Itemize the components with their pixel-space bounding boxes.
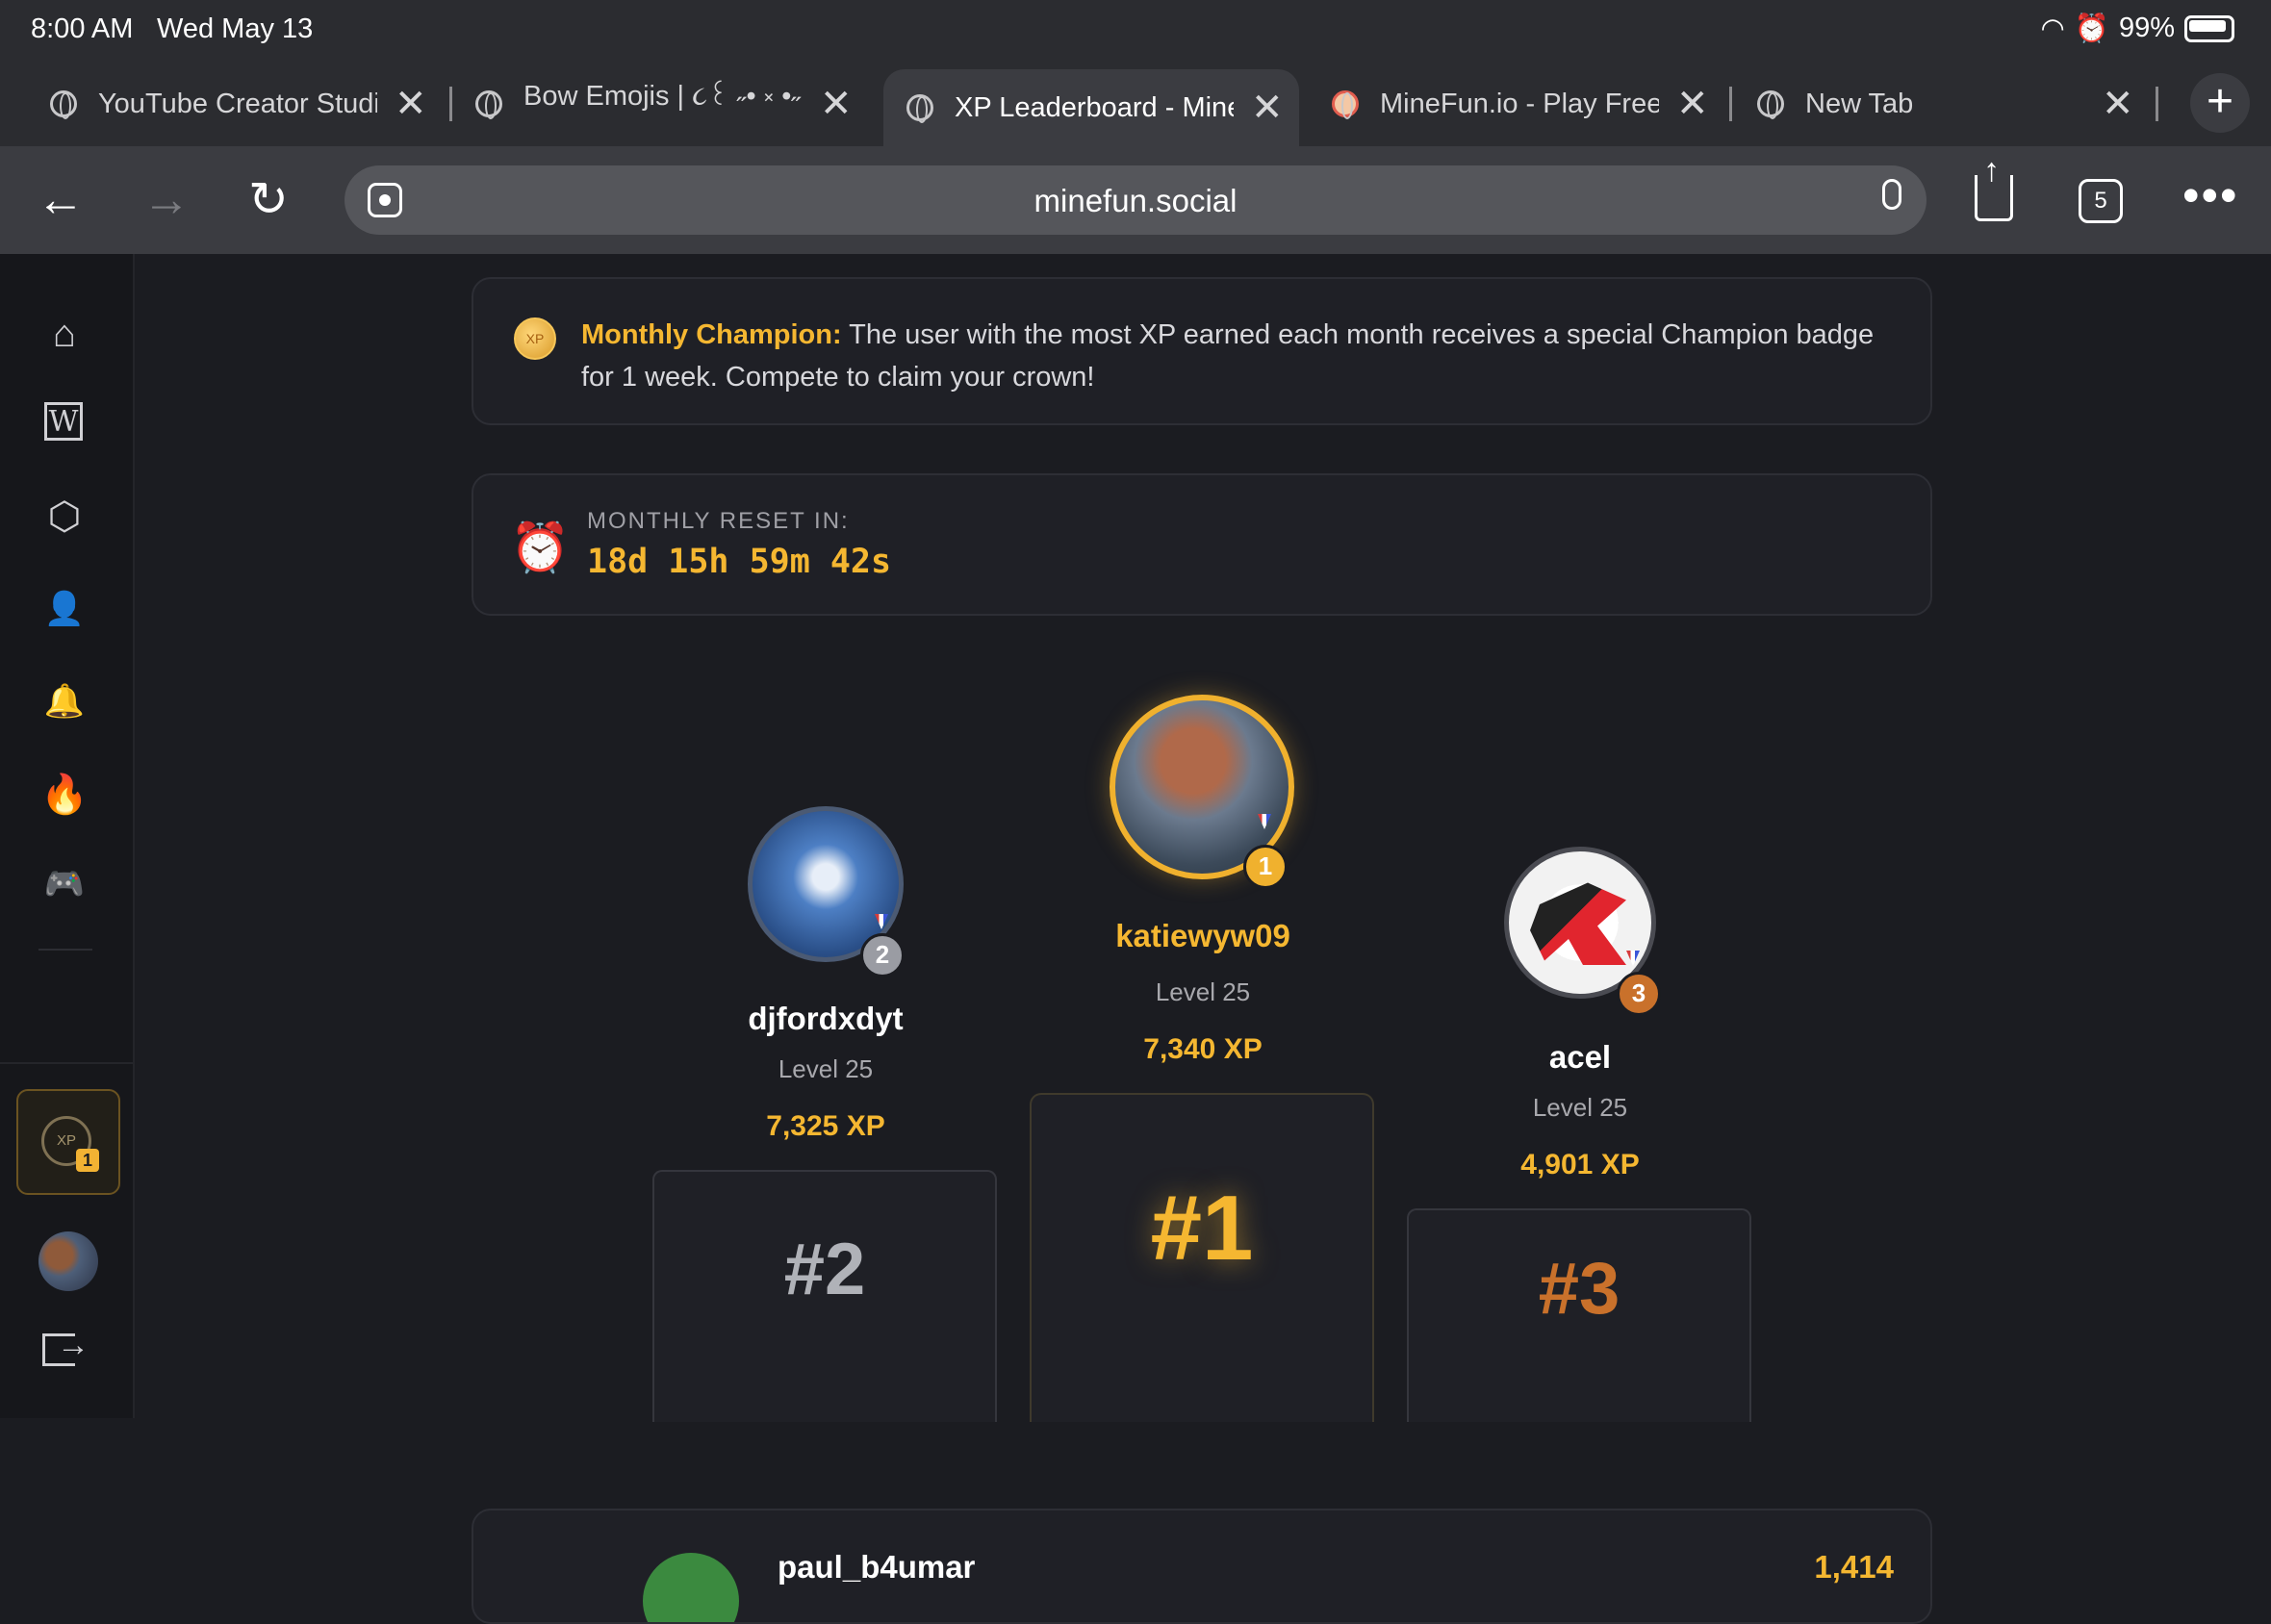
- close-icon[interactable]: ✕: [1251, 89, 1284, 127]
- cube-icon[interactable]: ⬡: [40, 493, 89, 541]
- tab-separator: [449, 87, 452, 121]
- battery-icon: [2184, 14, 2234, 42]
- reload-icon[interactable]: ↻: [248, 175, 289, 223]
- tab-title: Bow Emojis | ૮꒰ ˶• ༝ •˶꒱ა: [523, 81, 803, 112]
- xp-rank-badge: 1: [76, 1149, 99, 1172]
- pedestal-second: #2: [652, 1170, 997, 1422]
- tab-bow-emojis[interactable]: Bow Emojis | ૮꒰ ˶• ༝ •˶꒱ა ✕: [452, 69, 853, 139]
- tab-youtube-studio[interactable]: YouTube Creator Studio ✕: [27, 69, 427, 139]
- player-level: Level 25: [1155, 977, 1251, 1006]
- more-options-icon[interactable]: •••: [2182, 167, 2239, 223]
- wifi-icon: ◠: [2040, 13, 2065, 44]
- minefun-favicon-icon: [1332, 90, 1359, 119]
- wiki-icon[interactable]: W: [44, 402, 83, 441]
- xp-leaderboard-nav[interactable]: XP 1: [16, 1089, 120, 1195]
- alarm-clock-icon: ⏰: [510, 520, 571, 574]
- discord-icon[interactable]: 🎮: [40, 860, 89, 908]
- url-text: minefun.social: [1033, 183, 1238, 218]
- tab-title: New Tab: [1805, 88, 1914, 119]
- tab-separator: [2156, 87, 2158, 121]
- player-xp: 7,325 XP: [766, 1110, 885, 1142]
- champion-label: Monthly Champion:: [581, 319, 842, 350]
- globe-icon: [906, 94, 933, 123]
- rank-badge-gold: 1: [1243, 845, 1288, 889]
- player-xp: 7,340 XP: [1143, 1033, 1263, 1065]
- player-level: Level 25: [778, 1054, 874, 1083]
- player-xp: 1,414: [1814, 1549, 1894, 1585]
- add-user-icon[interactable]: 👤: [40, 585, 89, 633]
- player-name: paul_b4umar: [778, 1549, 976, 1585]
- globe-icon: [1757, 90, 1784, 119]
- bell-icon[interactable]: 🔔: [40, 677, 89, 725]
- monthly-reset-card: ⏰ MONTHLY RESET IN: 18d 15h 59m 42s: [472, 473, 1932, 616]
- close-icon[interactable]: ✕: [820, 85, 853, 123]
- player-name[interactable]: djfordxdyt: [652, 1001, 999, 1037]
- globe-icon: [50, 90, 77, 119]
- sidebar-divider: [0, 1062, 133, 1064]
- alarm-icon: ⏰: [2074, 13, 2109, 44]
- avatar: [643, 1553, 739, 1622]
- rank-label: #2: [783, 1229, 866, 1310]
- leaderboard-row[interactable]: paul_b4umar 1,414: [472, 1509, 1932, 1624]
- tab-title: MineFun.io - Play Free: [1380, 88, 1659, 119]
- rank-label: #3: [1538, 1248, 1620, 1330]
- rank-badge-bronze: 3: [1617, 972, 1661, 1016]
- player-name[interactable]: katiewyw09: [1030, 918, 1376, 954]
- rank-badge-silver: 2: [860, 933, 905, 977]
- tab-count-button[interactable]: 5: [2079, 179, 2123, 223]
- user-avatar[interactable]: [38, 1231, 98, 1291]
- reset-countdown: 18d 15h 59m 42s: [587, 543, 892, 581]
- monthly-champion-banner: XP Monthly Champion: The user with the m…: [472, 277, 1932, 425]
- xp-coin-icon: XP: [514, 317, 556, 360]
- share-icon[interactable]: [1975, 152, 2013, 221]
- new-tab-button[interactable]: +: [2190, 73, 2250, 133]
- player-level: Level 25: [1532, 1093, 1628, 1122]
- rank-label: #1: [1150, 1177, 1254, 1280]
- status-date: Wed May 13: [157, 13, 314, 44]
- player-xp: 4,901 XP: [1520, 1149, 1640, 1180]
- reset-label: MONTHLY RESET IN:: [587, 508, 850, 534]
- tab-title: XP Leaderboard - MineFun: [955, 91, 1234, 123]
- pedestal-first: #1: [1030, 1093, 1374, 1422]
- fire-icon[interactable]: 🔥: [40, 770, 89, 818]
- tab-xp-leaderboard[interactable]: XP Leaderboard - MineFun ✕: [883, 69, 1299, 146]
- close-icon[interactable]: ✕: [2102, 85, 2134, 123]
- forward-arrow-icon[interactable]: →: [142, 175, 191, 223]
- sidebar: ⌂ W ⬡ 👤 🔔 🔥 🎮 XP 1: [0, 254, 135, 1418]
- back-arrow-icon[interactable]: ←: [37, 175, 85, 223]
- close-icon[interactable]: ✕: [1676, 85, 1709, 123]
- tab-title: YouTube Creator Studio: [98, 88, 377, 119]
- home-icon[interactable]: ⌂: [40, 310, 89, 358]
- browser-toolbar: ← → ↻ minefun.social 5 •••: [0, 146, 2271, 254]
- logout-icon[interactable]: [42, 1327, 89, 1366]
- globe-icon: [475, 90, 502, 119]
- sidebar-divider: [38, 949, 92, 951]
- tab-strip: YouTube Creator Studio ✕ Bow Emojis | ૮꒰…: [0, 62, 2271, 146]
- tab-new-tab[interactable]: New Tab ✕: [1734, 69, 2134, 139]
- close-icon[interactable]: ✕: [395, 85, 427, 123]
- acel-logo: [1530, 882, 1626, 965]
- status-indicators: ◠ ⏰ 99%: [2041, 12, 2234, 45]
- tab-separator: [1729, 87, 1732, 121]
- champion-description: Monthly Champion: The user with the most…: [581, 314, 1890, 398]
- page-content: ⌂ W ⬡ 👤 🔔 🔥 🎮 XP 1 XP Monthly Champion: …: [0, 254, 2271, 1624]
- status-bar: 8:00 AM Wed May 13 ◠ ⏰ 99%: [0, 0, 2271, 62]
- pedestal-third: #3: [1407, 1208, 1751, 1422]
- tab-minefun-play[interactable]: MineFun.io - Play Free ✕: [1309, 69, 1709, 139]
- player-name[interactable]: acel: [1407, 1039, 1753, 1076]
- microphone-icon[interactable]: [1882, 179, 1901, 210]
- status-time: 8:00 AM: [31, 13, 134, 44]
- battery-percent: 99%: [2118, 13, 2175, 43]
- address-bar[interactable]: minefun.social: [344, 165, 1927, 235]
